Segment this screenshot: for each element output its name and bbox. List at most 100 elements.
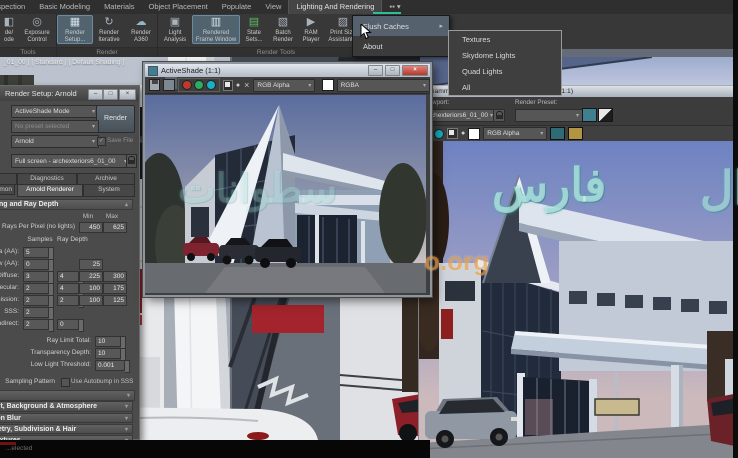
submenu-item-quad-lights[interactable]: Quad Lights xyxy=(449,63,561,79)
total-rays-max-value: 625 xyxy=(103,222,127,233)
dialog-tab-arnold-renderer[interactable]: Arnold Renderer xyxy=(17,184,83,197)
low-light-threshold-label: Low Light Threshold: xyxy=(0,361,91,368)
print-size-assistant-icon: ▨ xyxy=(336,16,351,29)
rfw-settings-icon[interactable] xyxy=(568,127,583,140)
green-channel-icon[interactable] xyxy=(194,80,204,90)
renderer-dropdown[interactable]: Arnold▾ xyxy=(11,135,99,148)
rfw-channel-display-dropdown[interactable]: RGB Alpha▾ xyxy=(483,127,547,140)
volume-indirect-samples-spinner[interactable]: 2 xyxy=(23,319,54,332)
rfw-mono-icon[interactable]: ● xyxy=(461,130,465,137)
autobump-label: Use Autobump in SSS xyxy=(71,378,133,385)
rfw-render-image xyxy=(419,141,738,458)
alpha-channel-icon[interactable] xyxy=(223,80,233,91)
rollout-filtering[interactable]: ▾ xyxy=(0,390,135,401)
ribbon-group-render: ▦ RenderSetup... ↻ RenderIterative ☁ Ren… xyxy=(57,14,158,57)
mode-button[interactable]: ◧ de/ode xyxy=(0,15,18,43)
clone-image-icon[interactable] xyxy=(163,79,174,91)
monochrome-icon[interactable]: ● xyxy=(236,82,240,89)
volume-indirect-depth-spinner[interactable]: 0 xyxy=(57,319,84,332)
window-right-edge xyxy=(733,0,738,458)
status-text: ...elected xyxy=(6,445,32,452)
render-a360-icon: ☁ xyxy=(134,16,149,29)
activeshade-render-image xyxy=(145,95,426,293)
row-camera-aa-label: Camera (AA): xyxy=(0,248,19,255)
state-sets-button[interactable]: ▤ StateSets... xyxy=(240,15,268,43)
viewport-target-dropdown[interactable]: Full screen - archexteriors6_01_00▾ xyxy=(11,154,131,168)
rfw-render-preset-dropdown[interactable]: ▾ xyxy=(515,109,583,122)
batch-render-button[interactable]: ▧ BatchRender xyxy=(268,15,298,43)
ram-player-button[interactable]: ▶ RAMPlayer xyxy=(298,15,324,43)
save-file-checkbox[interactable]: ✓ xyxy=(97,137,106,146)
viewport-label: _01_00 ] [ Standard ] [ Default Shading … xyxy=(3,59,124,66)
rfw-monitor-icon[interactable] xyxy=(550,127,565,140)
render-target-dropdown[interactable]: ActiveShade Mode▾ xyxy=(11,105,99,118)
tab-lighting-and-rendering[interactable]: Lighting And Rendering xyxy=(288,0,382,14)
rfw-alpha-icon[interactable] xyxy=(447,128,458,139)
save-image-icon[interactable] xyxy=(149,79,160,91)
rfw-clear-color-swatch[interactable] xyxy=(468,128,480,140)
exposure-control-button[interactable]: ◎ ExposureControl xyxy=(18,15,56,43)
tab-populate[interactable]: Populate xyxy=(215,0,259,14)
render-button[interactable]: Render xyxy=(96,105,135,133)
rollout-motion-blur[interactable]: Motion Blur▾ xyxy=(0,413,133,423)
autobump-checkbox[interactable] xyxy=(61,378,70,387)
rfw-lock-viewport-icon[interactable] xyxy=(493,109,505,122)
background-color-swatch[interactable] xyxy=(322,79,333,91)
tab-inspection[interactable]: Inspection xyxy=(0,0,32,14)
rfw-save-icon[interactable] xyxy=(582,108,597,122)
row-sss-label: SSS: xyxy=(0,308,19,315)
rendered-frame-window-button[interactable]: ▥ RenderedFrame Window xyxy=(192,15,240,44)
rollout-environment[interactable]: Environment, Background & Atmosphere▾ xyxy=(0,401,133,412)
submenu-item-textures[interactable]: Textures xyxy=(449,31,561,47)
light-analysis-button[interactable]: ▣ LightAnalysis xyxy=(158,15,192,43)
render-setup-close-button[interactable]: × xyxy=(119,89,136,100)
render-setup-maximize-button[interactable]: □ xyxy=(103,89,118,100)
row-volume-indirect-label: Volume Indirect: xyxy=(0,320,19,327)
activeshade-minimize-button[interactable]: – xyxy=(368,65,383,76)
rollout-geometry[interactable]: Geometry, Subdivision & Hair▾ xyxy=(0,424,133,434)
light-analysis-icon: ▣ xyxy=(168,16,183,29)
context-menu: Flush Caches▸ About xyxy=(352,15,450,57)
3dsmax-app-window: _01_00 ] [ Standard ] [ Default Shading … xyxy=(0,0,738,458)
activeshade-window: ActiveShade (1:1) – □ × ● × RGB Alpha▾ R… xyxy=(143,62,432,297)
group-label-render: Render xyxy=(57,47,157,57)
min-column-header: Min xyxy=(75,213,101,220)
dialog-tab-common[interactable]: Common xyxy=(0,184,15,195)
render-setup-minimize-button[interactable]: – xyxy=(88,89,103,100)
low-light-threshold-spinner[interactable]: 0.001 xyxy=(95,360,130,373)
submenu-item-skydome-lights[interactable]: Skydome Lights xyxy=(449,47,561,63)
rollout-sampling-and-ray-depth[interactable]: Sampling and Ray Depth▴ xyxy=(0,199,133,210)
red-channel-icon[interactable] xyxy=(182,80,192,90)
submenu-item-all[interactable]: All xyxy=(449,79,561,95)
tab-basic-modeling[interactable]: Basic Modeling xyxy=(32,0,97,14)
preset-dropdown[interactable]: No preset selected▾ xyxy=(11,120,99,133)
activeshade-maximize-button[interactable]: □ xyxy=(385,65,400,76)
mode-icon: ◧ xyxy=(2,16,17,29)
render-setup-button[interactable]: ▦ RenderSetup... xyxy=(57,15,93,44)
tab-materials[interactable]: Materials xyxy=(97,0,141,14)
lock-viewport-icon[interactable] xyxy=(126,154,137,168)
tab-view[interactable]: View xyxy=(258,0,288,14)
menu-item-about[interactable]: About xyxy=(353,36,449,56)
menu-item-flush-caches[interactable]: Flush Caches▸ xyxy=(353,16,449,36)
activeshade-toolbar: ● × RGB Alpha▾ RGBA▾ xyxy=(145,77,430,94)
rfw-channel-blue-icon[interactable] xyxy=(434,129,444,139)
activeshade-app-icon xyxy=(148,66,158,76)
transmission-min-value: 100 xyxy=(79,295,103,306)
activeshade-channel-dropdown[interactable]: RGB Alpha▾ xyxy=(253,79,315,92)
activeshade-titlebar[interactable]: ActiveShade (1:1) – □ × xyxy=(145,64,430,77)
channel-button-group xyxy=(178,78,220,92)
rfw-clone-icon[interactable] xyxy=(598,108,613,122)
activeshade-display-dropdown[interactable]: RGBA▾ xyxy=(337,79,430,92)
rfw-render-preset-label: Render Preset: xyxy=(515,99,557,106)
tab-object-placement[interactable]: Object Placement xyxy=(142,0,215,14)
render-iterative-icon: ↻ xyxy=(102,16,117,29)
state-sets-icon: ▤ xyxy=(247,16,262,29)
render-iterative-button[interactable]: ↻ RenderIterative xyxy=(93,15,125,43)
dialog-tab-system[interactable]: System xyxy=(83,184,135,197)
render-a360-button[interactable]: ☁ RenderA360 xyxy=(125,15,157,43)
clear-icon[interactable]: × xyxy=(244,80,249,90)
activeshade-close-button[interactable]: × xyxy=(402,65,428,76)
rfw-viewport-dropdown[interactable]: archexteriors6_01_00▾ xyxy=(423,109,497,122)
blue-channel-icon[interactable] xyxy=(206,80,216,90)
